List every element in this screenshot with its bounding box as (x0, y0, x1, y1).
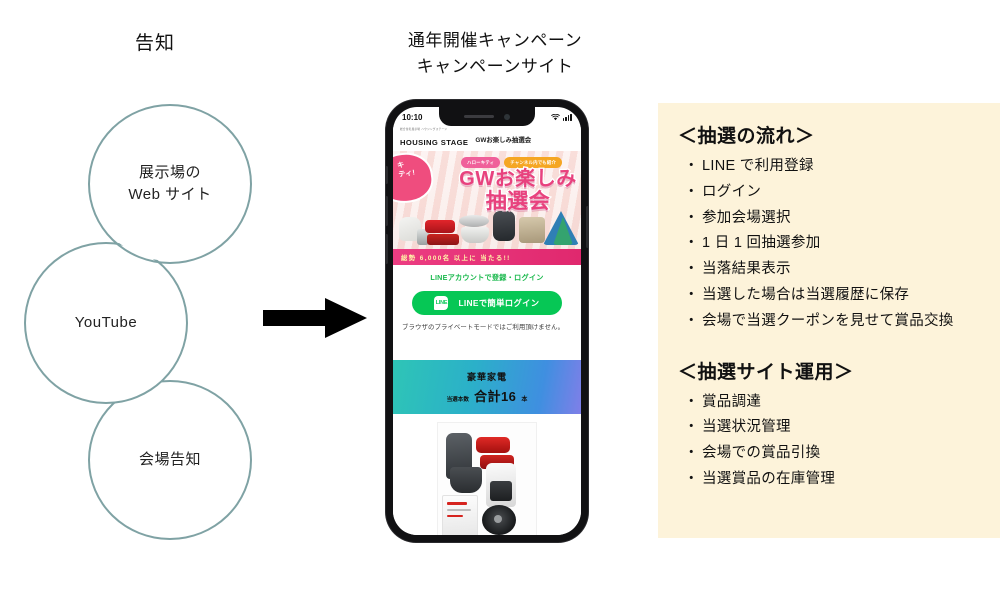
prize-count-value: 合計16 (473, 388, 517, 404)
phone-mute-switch[interactable] (386, 166, 388, 184)
kitty-badge-text: キ ティ! (396, 161, 416, 179)
brand-sub-text: 総合住宅展示場 ハウジングステージ (400, 127, 448, 131)
list-item: LINE で利用登録 (678, 154, 980, 180)
photo-product-box (442, 495, 478, 535)
list-item: 1 日 1 回抽選参加 (678, 231, 980, 257)
prize-band-count-row: 当選本数 合計16 本 (447, 386, 528, 405)
right-arrow-icon (263, 298, 367, 338)
campaign-hero-banner: キ ティ! ハローキティ チャンネル内でも紹介 GWお楽しみ 抽選会 総勢 6,… (393, 151, 581, 265)
prize-photo-area (393, 414, 581, 535)
list-item: 賞品調達 (678, 390, 980, 416)
diagram-canvas: 告知 展示場の Web サイト YouTube 会場告知 通年開催キャンペーン … (0, 0, 1000, 600)
prize-beige-box-icon (519, 217, 545, 243)
hero-title-line1: GWお楽しみ (458, 167, 578, 191)
prize-steel-lid-icon (459, 215, 489, 227)
line-login-button-label: LINEで簡単ログイン (458, 298, 540, 308)
phone-volume-up-button[interactable] (386, 196, 388, 226)
box-line-1 (447, 502, 467, 505)
earpiece-speaker-icon (464, 115, 494, 118)
wifi-icon (550, 113, 560, 120)
line-private-mode-note: ブラウザのプライベートモードではご利用頂けません。 (402, 324, 565, 331)
panel-heading-lottery-flow: ＜抽選の流れ＞ (678, 126, 815, 147)
prize-white-bowl-icon (461, 227, 489, 243)
signal-bars-icon (562, 113, 572, 121)
box-line-3 (447, 515, 463, 517)
prize-appliances-photo (437, 422, 537, 535)
phone-power-button[interactable] (586, 206, 588, 248)
circle-label-youtube: YouTube (74, 314, 138, 332)
prize-count-unit: 本 (521, 396, 528, 403)
prize-band-title: 豪華家電 (466, 371, 507, 382)
box-line-2 (447, 509, 471, 511)
phone-mockup: 10:10 総合住宅展示場 ハウジングステージ HOUSING STAGE GW… (386, 100, 588, 542)
prize-band: 豪華家電 当選本数 合計16 本 (393, 360, 581, 414)
photo-inner-pot (450, 467, 482, 493)
site-operation-list: 賞品調達 当選状況管理 会場での賞品引換 当選賞品の在庫管理 (678, 390, 980, 493)
prize-red-pan-icon (427, 234, 459, 245)
hero-badges: ハローキティ チャンネル内でも紹介 (461, 157, 563, 168)
circle-label-web: 展示場の Web サイト (128, 164, 212, 203)
prize-red-pot-icon (425, 220, 455, 233)
hero-strip-text: 総勢 6,000名 以上に 当たる!! (401, 254, 511, 262)
list-item: 当落結果表示 (678, 257, 980, 283)
line-login-button[interactable]: LINE LINEで簡単ログイン (412, 291, 562, 315)
prize-count-label: 当選本数 (446, 396, 469, 403)
circle-label-venue: 会場告知 (138, 451, 201, 469)
brand-logo[interactable]: 総合住宅展示場 ハウジングステージ HOUSING STAGE (400, 127, 469, 149)
circle-youtube: YouTube (24, 242, 188, 404)
status-indicators (550, 113, 572, 121)
phone-notch (439, 107, 535, 126)
phone-screen: 10:10 総合住宅展示場 ハウジングステージ HOUSING STAGE GW… (393, 107, 581, 535)
status-time: 10:10 (402, 112, 423, 122)
hero-bottom-strip: 総勢 6,000名 以上に 当たる!! (393, 249, 581, 265)
photo-red-pot-top (476, 437, 510, 453)
list-item: 当選した場合は当選履歴に保存 (678, 283, 980, 309)
list-item: 当選状況管理 (678, 415, 980, 441)
list-item: 会場で当選クーポンを見せて賞品交換 (678, 309, 980, 335)
app-header: 総合住宅展示場 ハウジングステージ HOUSING STAGE GWお楽しみ抽選… (393, 127, 581, 151)
list-item: 参加会場選択 (678, 206, 980, 232)
badge-channel: チャンネル内でも紹介 (504, 157, 563, 168)
phone-volume-down-button[interactable] (386, 234, 388, 264)
info-panel: ＜抽選の流れ＞ LINE で利用登録 ログイン 参加会場選択 1 日 1 回抽選… (658, 103, 1000, 538)
line-login-lead: LINEアカウントで登録・ログイン (430, 273, 544, 282)
hero-title-line2: 抽選会 (484, 189, 551, 214)
circle-venue-announcement: 会場告知 (88, 380, 252, 540)
hero-title: GWお楽しみ 抽選会 (458, 167, 578, 214)
brand-main-text: HOUSING STAGE (400, 138, 469, 148)
page-title: GWお楽しみ抽選会 (475, 136, 532, 144)
left-group-title: 告知 (134, 33, 175, 54)
prize-tent-small-icon (553, 217, 573, 245)
line-login-section: LINEアカウントで登録・ログイン LINE LINEで簡単ログイン ブラウザの… (393, 265, 581, 333)
photo-round-cooker (482, 505, 516, 535)
list-item: ログイン (678, 180, 980, 206)
panel-heading-site-operation: ＜抽選サイト運用＞ (678, 361, 854, 383)
list-item: 当選賞品の在庫管理 (678, 467, 980, 493)
line-logo-icon: LINE (434, 296, 449, 310)
lottery-flow-list: LINE で利用登録 ログイン 参加会場選択 1 日 1 回抽選参加 当落結果表… (678, 154, 980, 335)
circle-exhibition-website: 展示場の Web サイト (88, 104, 252, 264)
phone-caption: 通年開催キャンペーン キャンペーンサイト (407, 31, 583, 76)
badge-hello-kitty: ハローキティ (461, 157, 501, 168)
list-item: 会場での賞品引換 (678, 441, 980, 467)
photo-appliance-panel (490, 481, 512, 501)
front-camera-icon (504, 113, 510, 120)
prize-dark-cooker-icon (493, 211, 515, 241)
